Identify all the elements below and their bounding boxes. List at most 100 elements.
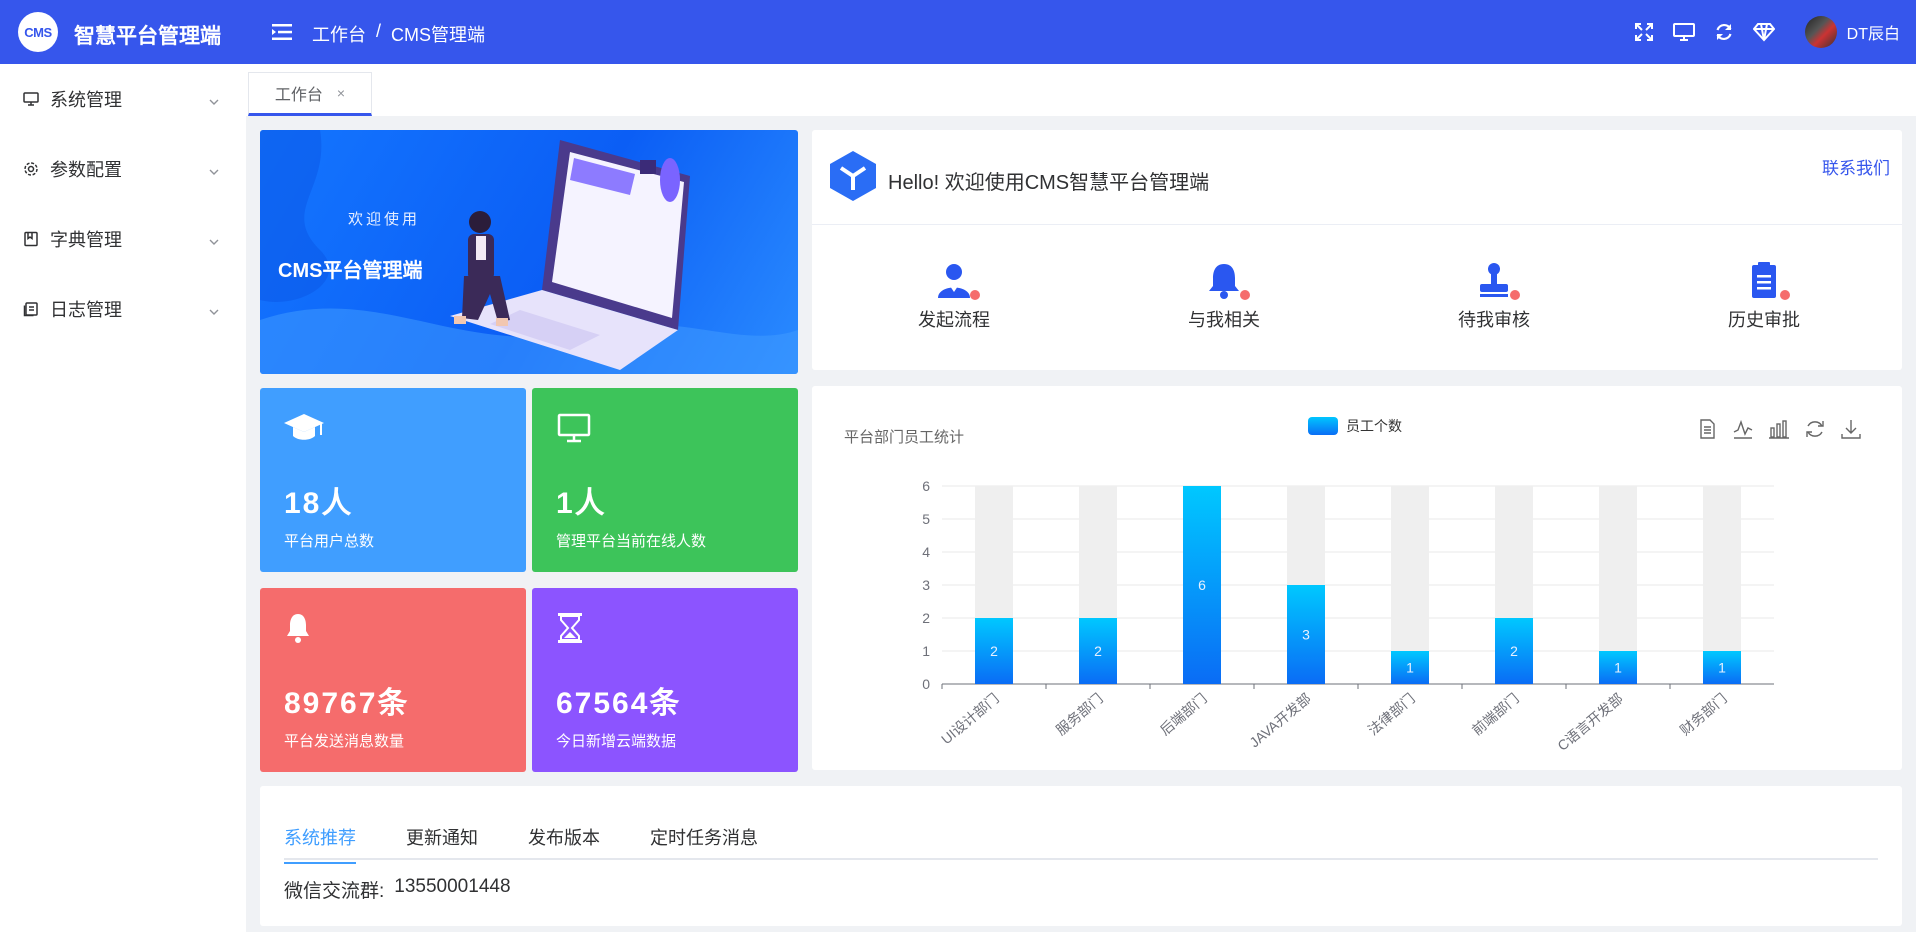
quick-label: 与我相关 <box>1188 310 1260 330</box>
x-tick-label: 后端部门 <box>1157 690 1210 738</box>
bell-icon <box>284 612 324 644</box>
stat-label: 管理平台当前在线人数 <box>556 533 707 550</box>
data-label: 1 <box>1406 660 1414 676</box>
notification-dot <box>1240 290 1250 300</box>
menu-toggle-icon[interactable] <box>272 22 294 42</box>
divider <box>812 224 1902 225</box>
stat-card-online: 1人 管理平台当前在线人数 <box>532 388 798 572</box>
sidebar-item-label: 字典管理 <box>50 230 122 250</box>
sidebar-item-label: 参数配置 <box>50 160 122 180</box>
sidebar-item-label: 系统管理 <box>50 90 122 110</box>
document-icon <box>22 300 40 318</box>
y-tick-label: 6 <box>922 478 930 494</box>
stat-value: 18人 <box>284 487 354 520</box>
app-logo: CMS <box>18 12 58 52</box>
x-tick-label: UI设计部门 <box>938 690 1002 747</box>
bell-icon <box>1204 260 1250 300</box>
chevron-down-icon <box>208 162 220 175</box>
logo-text: CMS <box>24 24 52 40</box>
app-title: 智慧平台管理端 <box>74 25 221 48</box>
quick-history-approval[interactable]: 历史审批 <box>1704 260 1824 332</box>
y-tick-label: 5 <box>922 511 930 527</box>
sidebar: 系统管理 参数配置 字典管理 日志管理 <box>0 64 246 932</box>
quick-label: 待我审核 <box>1458 310 1530 330</box>
stat-card-messages: 89767条 平台发送消息数量 <box>260 588 526 772</box>
user-icon <box>934 260 980 300</box>
book-icon <box>22 230 40 248</box>
chevron-down-icon <box>208 232 220 245</box>
data-label: 1 <box>1614 660 1622 676</box>
data-label: 2 <box>990 643 998 659</box>
refresh-icon[interactable] <box>1713 21 1735 43</box>
quick-start-process[interactable]: 发起流程 <box>894 260 1014 332</box>
tab-bar: 工作台 × <box>246 64 1916 116</box>
banner-title: CMS平台管理端 <box>278 260 423 282</box>
stat-value: 67564条 <box>556 687 682 720</box>
banner-illustration <box>260 130 798 374</box>
banner-welcome-text: 欢迎使用 <box>348 211 421 228</box>
monitor-icon[interactable] <box>1672 21 1695 43</box>
quick-label: 发起流程 <box>918 310 990 330</box>
y-tick-label: 2 <box>922 610 930 626</box>
x-tick-label: 服务部门 <box>1053 690 1106 738</box>
tab-workbench[interactable]: 工作台 × <box>248 72 372 116</box>
notification-dot <box>1510 290 1520 300</box>
stat-value: 89767条 <box>284 687 410 720</box>
chevron-down-icon <box>208 92 220 105</box>
sidebar-item-params[interactable]: 参数配置 <box>0 134 246 204</box>
quick-label: 历史审批 <box>1728 310 1800 330</box>
sidebar-item-logs[interactable]: 日志管理 <box>0 274 246 344</box>
data-label: 2 <box>1510 643 1518 659</box>
x-tick-label: 法律部门 <box>1365 690 1418 738</box>
sidebar-item-label: 日志管理 <box>50 300 122 320</box>
data-label: 2 <box>1094 643 1102 659</box>
breadcrumb: 工作台 / CMS管理端 <box>312 21 485 47</box>
cube-logo-icon <box>828 150 878 202</box>
data-label: 1 <box>1718 660 1726 676</box>
sidebar-item-system[interactable]: 系统管理 <box>0 64 246 134</box>
welcome-hello-text: Hello! 欢迎使用CMS智慧平台管理端 <box>888 172 1210 194</box>
data-label: 3 <box>1302 627 1310 643</box>
stamp-icon <box>1474 260 1520 300</box>
y-tick-label: 0 <box>922 676 930 692</box>
hourglass-icon <box>556 612 596 644</box>
contact-us-link[interactable]: 联系我们 <box>1822 154 1890 179</box>
bar-chart: 0 1 2 3 4 5 6 2 UI设计部门 2 服务部门 6 后端部门 3 JAVA开发部 1 法律部门 2 前端… <box>922 478 1774 754</box>
monitor-icon <box>556 412 596 444</box>
graduation-cap-icon <box>284 412 324 444</box>
user-name[interactable]: DT辰白 <box>1847 20 1900 44</box>
x-tick-label: C语言开发部 <box>1554 690 1626 754</box>
stat-label: 平台用户总数 <box>284 533 375 550</box>
welcome-card: Hello! 欢迎使用CMS智慧平台管理端 联系我们 发起流程 与我相关 待我审… <box>812 130 1902 370</box>
close-icon[interactable]: × <box>337 85 345 101</box>
sidebar-item-dictionary[interactable]: 字典管理 <box>0 204 246 274</box>
x-tick-label: 前端部门 <box>1469 690 1522 738</box>
y-tick-label: 3 <box>922 577 930 593</box>
department-chart-card: 平台部门员工统计 员工个数 0 1 2 3 4 5 6 2 UI设计部门 2 服务部门 6 后端部门 3 J… <box>812 386 1902 770</box>
data-label: 6 <box>1198 577 1206 593</box>
stat-label: 平台发送消息数量 <box>284 733 405 750</box>
breadcrumb-item-workbench[interactable]: 工作台 <box>312 21 366 47</box>
top-header: CMS 智慧平台管理端 工作台 / CMS管理端 DT辰白 <box>0 0 1916 64</box>
y-tick-label: 1 <box>922 643 930 659</box>
news-content: 微信交流群: 13550001448 <box>284 876 511 903</box>
stat-card-cloud-data: 67564条 今日新增云端数据 <box>532 588 798 772</box>
fullscreen-icon[interactable] <box>1633 21 1655 43</box>
welcome-banner: 欢迎使用 CMS平台管理端 <box>260 130 798 374</box>
notification-dot <box>970 290 980 300</box>
x-tick-label: 财务部门 <box>1677 690 1730 738</box>
y-tick-label: 4 <box>922 544 930 560</box>
clipboard-icon <box>1744 260 1790 300</box>
breadcrumb-item-cms: CMS管理端 <box>391 25 486 45</box>
quick-pending-review[interactable]: 待我审核 <box>1434 260 1554 332</box>
monitor-icon <box>22 90 40 108</box>
tabs-divider <box>284 858 1878 860</box>
stat-card-users: 18人 平台用户总数 <box>260 388 526 572</box>
stat-label: 今日新增云端数据 <box>556 733 677 750</box>
wechat-group-number: 13550001448 <box>394 876 511 897</box>
news-card: 系统推荐 更新通知 发布版本 定时任务消息 微信交流群: 13550001448 <box>260 786 1902 926</box>
avatar[interactable] <box>1804 16 1837 48</box>
stat-value: 1人 <box>556 487 607 520</box>
quick-related-to-me[interactable]: 与我相关 <box>1164 260 1284 332</box>
diamond-icon[interactable] <box>1752 21 1775 43</box>
